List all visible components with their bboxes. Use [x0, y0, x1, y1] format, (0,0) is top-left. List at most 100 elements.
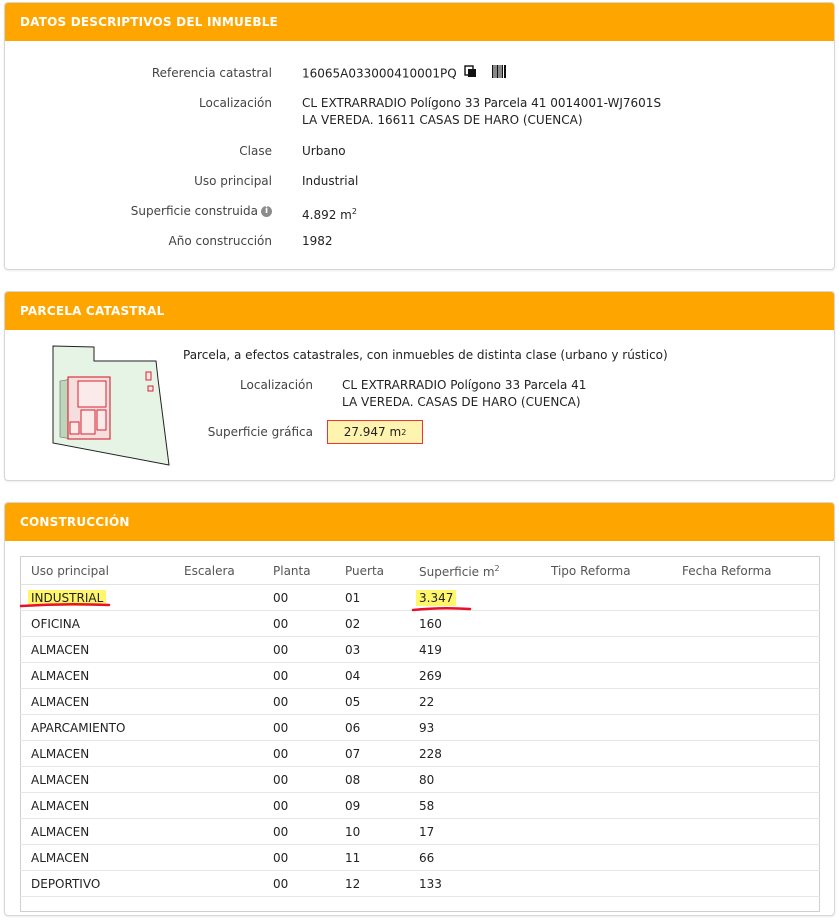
- loc-label: Localización: [199, 96, 272, 110]
- cell-tipo-reforma: [540, 714, 671, 741]
- cell-uso-principal: APARCAMIENTO: [20, 714, 173, 741]
- cell-text-planta: 00: [273, 850, 289, 865]
- cell-superficie: 133: [408, 870, 540, 897]
- cell-text-puerta: 02: [345, 616, 361, 631]
- cell-text-planta: 00: [273, 824, 289, 839]
- cell-superficie: 22: [408, 688, 540, 715]
- cell-fecha-reforma: [671, 610, 820, 637]
- cell-escalera: [173, 714, 262, 741]
- cell-tipo-reforma: [540, 792, 671, 819]
- cell-superficie: 17: [408, 818, 540, 845]
- parcela-loc-line-1: CL EXTRARRADIO Polígono 33 Parcela 41: [342, 378, 587, 392]
- copy-icon[interactable]: [463, 65, 477, 83]
- table-row: OFICINA 00 02 160: [20, 610, 820, 637]
- cell-text-uso-principal: INDUSTRIAL: [28, 589, 107, 606]
- cell-puerta: 05: [334, 688, 408, 715]
- cell-text-uso-principal: DEPORTIVO: [31, 876, 101, 891]
- cell-text-superficie: 419: [419, 642, 442, 657]
- parcela-loc-label: Localización: [240, 378, 313, 392]
- parcela-desc: Parcela, a efectos catastrales, con inmu…: [183, 348, 668, 362]
- cell-superficie: 93: [408, 714, 540, 741]
- ref-value-text[interactable]: 16065A033000410001PQ: [302, 67, 457, 81]
- cell-superficie: 66: [408, 844, 540, 871]
- cell-text-planta: 00: [273, 694, 289, 709]
- cell-puerta: 02: [334, 610, 408, 637]
- table-row: APARCAMIENTO 00 06 93: [20, 714, 820, 741]
- cell-text-superficie: 160: [419, 616, 442, 631]
- cell-fecha-reforma: [671, 844, 820, 871]
- cell-text-superficie: 93: [419, 720, 435, 735]
- cell-text-uso-principal: ALMACEN: [31, 668, 90, 683]
- cell-text-uso-principal: OFICINA: [31, 616, 80, 631]
- cell-text-puerta: 12: [345, 876, 361, 891]
- anio-label: Año construcción: [168, 234, 273, 248]
- cell-tipo-reforma: [540, 584, 671, 611]
- cell-uso-principal: ALMACEN: [20, 818, 173, 845]
- col-superficie-exponent: 2: [494, 563, 500, 573]
- clase-value: Urbano: [302, 144, 346, 158]
- cell-superficie: 80: [408, 766, 540, 793]
- cell-fecha-reforma: [671, 818, 820, 845]
- col-fecha-reforma: Fecha Reforma: [671, 558, 820, 585]
- table-row: ALMACEN 00 04 269: [20, 662, 820, 689]
- cell-text-uso-principal: APARCAMIENTO: [31, 720, 126, 735]
- cell-planta: 00: [262, 714, 334, 741]
- parcela-loc-value: CL EXTRARRADIO Polígono 33 Parcela 41 LA…: [342, 377, 586, 411]
- cell-planta: 00: [262, 766, 334, 793]
- sup-value-wrap: 4.892 m2: [302, 203, 357, 224]
- cell-fecha-reforma: [671, 584, 820, 611]
- clase-label: Clase: [239, 144, 272, 158]
- cell-fecha-reforma: [671, 636, 820, 663]
- cell-planta: 00: [262, 584, 334, 611]
- cell-text-uso-principal: ALMACEN: [31, 824, 90, 839]
- info-icon[interactable]: i: [261, 206, 272, 217]
- cell-text-puerta: 01: [345, 590, 361, 605]
- cell-escalera: [173, 818, 262, 845]
- cell-planta: 00: [262, 636, 334, 663]
- col-superficie-wrap: Superficie m2: [408, 558, 540, 585]
- cell-text-uso-principal: ALMACEN: [31, 694, 90, 709]
- cell-text-superficie: 228: [419, 746, 442, 761]
- cell-text-planta: 00: [273, 616, 289, 631]
- table-body: INDUSTRIAL 00 01 3.347 OFICINA 00 02 160 ALMACEN…: [20, 584, 820, 897]
- cell-escalera: [173, 740, 262, 767]
- construccion-title: CONSTRUCCIÓN: [5, 503, 834, 541]
- parcel-map-thumbnail[interactable]: [50, 344, 175, 469]
- cell-uso-principal: ALMACEN: [20, 740, 173, 767]
- col-tipo-reforma: Tipo Reforma: [540, 558, 671, 585]
- table-row: ALMACEN 00 09 58: [20, 792, 820, 819]
- cell-superficie: 269: [408, 662, 540, 689]
- cell-escalera: [173, 662, 262, 689]
- cell-planta: 00: [262, 688, 334, 715]
- cell-text-superficie: 17: [419, 824, 435, 839]
- construccion-panel: CONSTRUCCIÓN Uso principal Escalera Plan…: [4, 502, 835, 916]
- cell-uso-principal: ALMACEN: [20, 636, 173, 663]
- cell-fecha-reforma: [671, 688, 820, 715]
- cell-fecha-reforma: [671, 766, 820, 793]
- uso-label: Uso principal: [194, 174, 272, 188]
- sup-label-wrap: Superficie construida i: [5, 204, 272, 218]
- loc-line-1: CL EXTRARRADIO Polígono 33 Parcela 41 00…: [302, 96, 662, 110]
- cell-text-superficie: 80: [419, 772, 435, 787]
- col-escalera: Escalera: [173, 558, 262, 585]
- datos-descriptivos-title: DATOS DESCRIPTIVOS DEL INMUEBLE: [5, 3, 834, 41]
- cell-superficie: 58: [408, 792, 540, 819]
- cell-text-superficie: 22: [419, 694, 435, 709]
- parcela-sup-value-box: 27.947 m2: [327, 420, 423, 444]
- cell-text-superficie: 66: [419, 850, 435, 865]
- cell-fecha-reforma: [671, 870, 820, 897]
- barcode-icon[interactable]: [492, 65, 507, 83]
- cell-escalera: [173, 584, 262, 611]
- cell-text-superficie: 133: [419, 876, 442, 891]
- table-row: ALMACEN 00 08 80: [20, 766, 820, 793]
- cell-text-puerta: 05: [345, 694, 361, 709]
- cell-planta: 00: [262, 818, 334, 845]
- table-row: ALMACEN 00 07 228: [20, 740, 820, 767]
- cell-superficie: 3.347: [408, 584, 540, 611]
- cell-puerta: 11: [334, 844, 408, 871]
- uso-value: Industrial: [302, 174, 359, 188]
- construccion-table: Uso principal Escalera Planta Puerta Sup…: [20, 558, 820, 897]
- cell-text-puerta: 07: [345, 746, 361, 761]
- ref-value: 16065A033000410001PQ: [302, 65, 507, 83]
- cell-puerta: 09: [334, 792, 408, 819]
